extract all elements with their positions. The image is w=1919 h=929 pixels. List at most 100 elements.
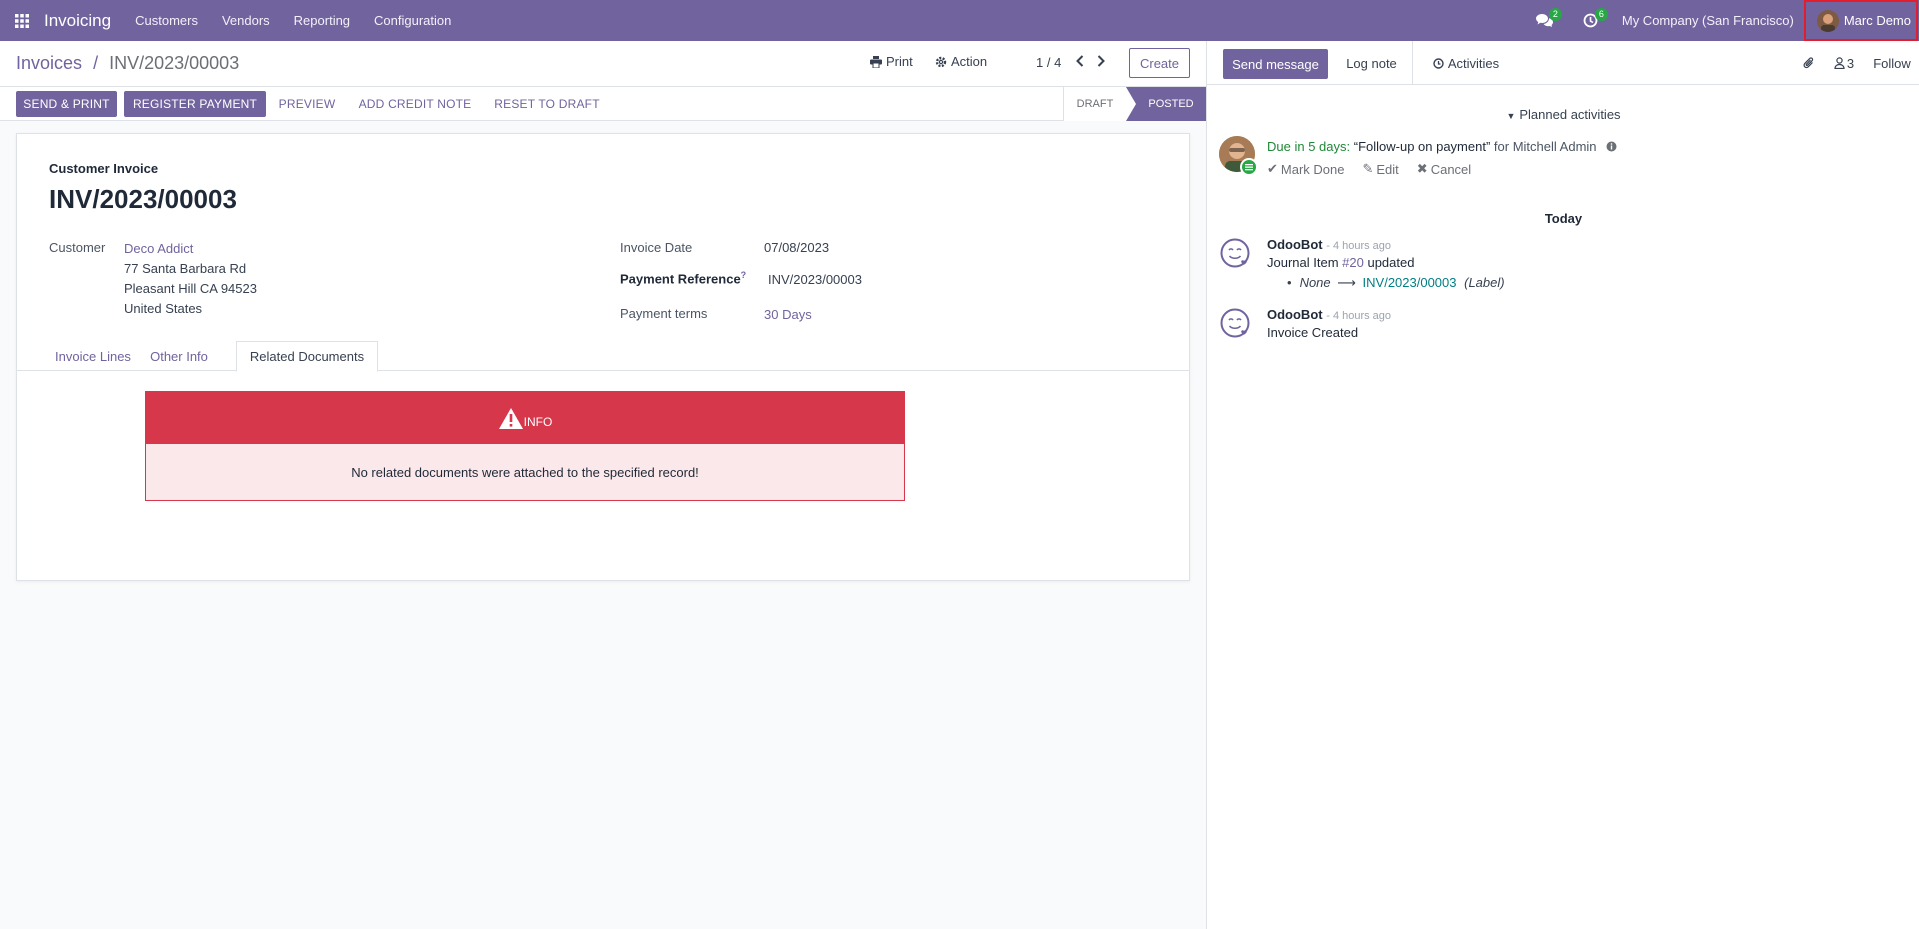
stage-draft[interactable]: DRAFT bbox=[1063, 87, 1126, 121]
breadcrumb-current: INV/2023/00003 bbox=[109, 53, 240, 73]
planned-activities-label: Planned activities bbox=[1519, 107, 1621, 122]
tab-related-documents[interactable]: Related Documents bbox=[236, 341, 378, 372]
top-navbar: Invoicing Customers Vendors Reporting Co… bbox=[0, 0, 1919, 41]
invoice-date-value: 07/08/2023 bbox=[764, 240, 830, 255]
create-button[interactable]: Create bbox=[1129, 48, 1190, 78]
bullet: • bbox=[1287, 275, 1292, 290]
invoice-date-label: Invoice Date bbox=[620, 240, 693, 255]
activities-count-badge: 6 bbox=[1594, 8, 1608, 21]
follow-button[interactable]: Follow bbox=[1864, 41, 1919, 85]
address-line-3: United States bbox=[124, 301, 203, 316]
odoobot-avatar bbox=[1219, 237, 1253, 271]
tracking-new-value: INV/2023/00003 bbox=[1362, 275, 1457, 290]
tab-invoice-lines[interactable]: Invoice Lines bbox=[49, 341, 137, 371]
attachment-button[interactable] bbox=[1794, 41, 1824, 85]
stage-posted[interactable]: POSTED bbox=[1126, 87, 1206, 121]
menu-customers[interactable]: Customers bbox=[123, 0, 210, 41]
activity-assignee: for Mitchell Admin bbox=[1493, 139, 1597, 154]
messaging-menu[interactable]: 2 bbox=[1522, 0, 1568, 41]
menu-reporting[interactable]: Reporting bbox=[282, 0, 362, 41]
author-name[interactable]: OdooBot bbox=[1267, 237, 1323, 252]
reset-to-draft-button[interactable]: RESET TO DRAFT bbox=[488, 91, 606, 117]
message-author: OdooBot - 4 hours ago bbox=[1267, 237, 1391, 252]
planned-activities-toggle[interactable]: ▼ Planned activities bbox=[1207, 107, 1919, 122]
message-body-prefix: Journal Item bbox=[1267, 255, 1343, 270]
author-name[interactable]: OdooBot bbox=[1267, 307, 1323, 322]
gear-icon bbox=[935, 56, 947, 67]
message-body-suffix: updated bbox=[1363, 255, 1415, 270]
apps-menu-icon[interactable] bbox=[0, 0, 44, 41]
tracking-field-name: (Label) bbox=[1464, 275, 1505, 290]
alert-title: INFO bbox=[523, 415, 553, 429]
notebook-tabs: Invoice Lines Other Info Related Documen… bbox=[17, 341, 1189, 372]
app-brand[interactable]: Invoicing bbox=[44, 11, 111, 31]
help-tooltip-icon[interactable]: ? bbox=[741, 270, 747, 280]
clock-icon bbox=[1433, 57, 1444, 69]
chevron-right-icon bbox=[1097, 55, 1105, 67]
warning-icon bbox=[498, 407, 523, 429]
activities-button[interactable]: Activities bbox=[1421, 41, 1511, 85]
message-date: - 4 hours ago bbox=[1326, 240, 1392, 252]
send-message-button[interactable]: Send message bbox=[1223, 49, 1328, 79]
payment-reference-label: Payment Reference? bbox=[620, 270, 746, 286]
send-print-button[interactable]: SEND & PRINT bbox=[16, 91, 117, 117]
paperclip-icon bbox=[1803, 57, 1814, 69]
alert-header: INFO bbox=[146, 392, 904, 444]
edit-activity-button[interactable]: ✎ Edit bbox=[1362, 161, 1398, 177]
address-line-1: 77 Santa Barbara Rd bbox=[124, 261, 247, 276]
activity-menu[interactable]: 6 bbox=[1568, 0, 1614, 41]
pager-previous-button[interactable] bbox=[1072, 52, 1088, 70]
print-menu[interactable]: Print bbox=[870, 54, 913, 69]
menu-configuration[interactable]: Configuration bbox=[362, 0, 463, 41]
info-icon[interactable] bbox=[1606, 140, 1617, 155]
breadcrumb-invoices[interactable]: Invoices bbox=[16, 53, 82, 73]
tracking-old-value: None bbox=[1299, 275, 1331, 290]
company-switcher[interactable]: My Company (San Francisco) bbox=[1614, 13, 1802, 28]
customer-label: Customer bbox=[49, 240, 106, 255]
chatter-topbar: Send message Log note Activities 3 Follo… bbox=[1207, 41, 1919, 85]
payment-terms-link[interactable]: 30 Days bbox=[764, 307, 812, 322]
payment-reference-label-text: Payment Reference bbox=[620, 271, 741, 287]
breadcrumb: Invoices / INV/2023/00003 bbox=[16, 53, 239, 74]
action-label: Action bbox=[951, 54, 988, 69]
activity-line: Due in 5 days: “Follow-up on payment” fo… bbox=[1267, 139, 1617, 155]
invoice-type-label: Customer Invoice bbox=[49, 161, 159, 176]
user-icon bbox=[1834, 57, 1845, 69]
activities-label: Activities bbox=[1447, 55, 1500, 71]
message-date: - 4 hours ago bbox=[1326, 310, 1392, 322]
stage-posted-label: POSTED bbox=[1148, 98, 1194, 110]
activity-actions: ✔ Mark Done ✎ Edit ✖ Cancel bbox=[1267, 161, 1471, 177]
caret-down-icon: ▼ bbox=[1506, 111, 1516, 121]
pager-next-button[interactable] bbox=[1093, 52, 1109, 70]
menu-vendors[interactable]: Vendors bbox=[210, 0, 282, 41]
activity-due: Due in 5 days: bbox=[1267, 139, 1351, 154]
cancel-activity-button[interactable]: ✖ Cancel bbox=[1417, 161, 1471, 177]
pager-value[interactable]: 1 / 4 bbox=[1036, 55, 1061, 70]
register-payment-button[interactable]: REGISTER PAYMENT bbox=[124, 91, 266, 117]
print-icon bbox=[870, 55, 882, 68]
customer-name-link[interactable]: Deco Addict bbox=[124, 241, 193, 256]
action-menu[interactable]: Action bbox=[935, 54, 987, 69]
message-body: Journal Item #20 updated bbox=[1267, 255, 1414, 270]
followers-button[interactable]: 3 bbox=[1824, 41, 1864, 85]
invoice-number-title: INV/2023/00003 bbox=[49, 184, 237, 214]
user-menu[interactable]: Marc Demo bbox=[1803, 0, 1919, 41]
payment-terms-label: Payment terms bbox=[620, 306, 708, 321]
journal-item-link[interactable]: #20 bbox=[1342, 255, 1364, 270]
preview-button[interactable]: PREVIEW bbox=[272, 91, 342, 117]
add-credit-note-button[interactable]: ADD CREDIT NOTE bbox=[350, 91, 480, 117]
status-stages: DRAFT POSTED bbox=[1063, 87, 1206, 121]
activity-item: Due in 5 days: “Follow-up on payment” fo… bbox=[1219, 136, 1909, 186]
form-sheet: Customer Invoice INV/2023/00003 Customer… bbox=[16, 133, 1190, 581]
payment-reference-value: INV/2023/00003 bbox=[768, 272, 862, 287]
control-panel: Invoices / INV/2023/00003 Print Action 1… bbox=[0, 41, 1206, 87]
print-label: Print bbox=[886, 54, 913, 69]
messages-count-badge: 2 bbox=[1548, 8, 1562, 21]
activity-type-icon bbox=[1240, 158, 1258, 176]
mark-done-button[interactable]: ✔ Mark Done bbox=[1267, 161, 1344, 177]
message-author: OdooBot - 4 hours ago bbox=[1267, 307, 1391, 322]
breadcrumb-separator: / bbox=[93, 53, 99, 73]
log-note-button[interactable]: Log note bbox=[1331, 41, 1413, 85]
message-body: Invoice Created bbox=[1267, 325, 1359, 340]
tab-other-info[interactable]: Other Info bbox=[139, 341, 219, 371]
